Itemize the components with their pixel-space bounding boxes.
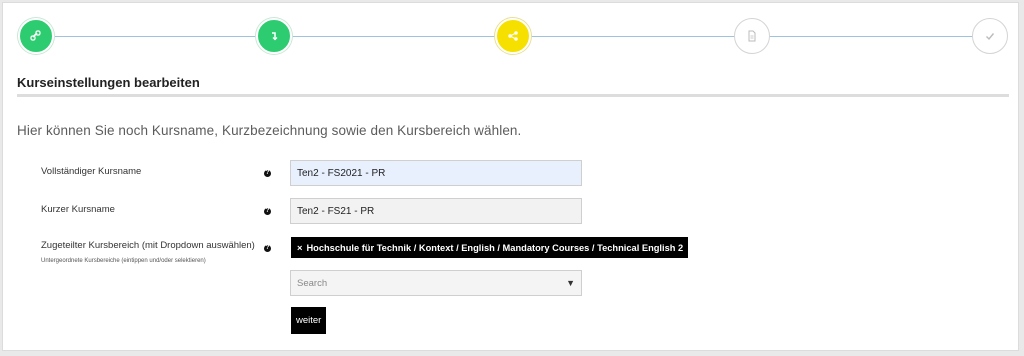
shortname-value: Ten2 - FS21 - PR (297, 205, 375, 217)
fullname-value: Ten2 - FS2021 - PR (297, 167, 386, 179)
fullname-input[interactable]: Ten2 - FS2021 - PR (290, 160, 582, 186)
link-icon (30, 30, 41, 41)
category-label: Zugeteilter Kursbereich (mit Dropdown au… (41, 240, 255, 251)
section-title: Kurseinstellungen bearbeiten (17, 75, 200, 90)
main-card: Kurseinstellungen bearbeiten Hier können… (2, 2, 1019, 351)
selected-category-label: Hochschule für Technik / Kontext / Engli… (306, 242, 684, 253)
shortname-input[interactable]: Ten2 - FS21 - PR (290, 198, 582, 224)
help-icon[interactable]: ? (264, 170, 271, 177)
intro-text: Hier können Sie noch Kursname, Kurzbezei… (17, 123, 522, 138)
checkmark-icon (986, 33, 995, 41)
step-1[interactable] (18, 18, 54, 54)
selected-category-tag[interactable]: × Hochschule für Technik / Kontext / Eng… (291, 237, 689, 258)
return-arrow-icon (272, 32, 278, 41)
step-2[interactable] (256, 18, 292, 54)
remove-tag-icon[interactable]: × (297, 243, 302, 253)
share-icon (508, 31, 518, 41)
chevron-down-icon: ▼ (566, 278, 575, 288)
step-3[interactable] (495, 18, 531, 54)
fullname-label: Vollständiger Kursname (41, 166, 142, 177)
next-button[interactable]: weiter (291, 307, 327, 334)
shortname-label: Kurzer Kursname (41, 204, 115, 215)
progress-stepper (3, 3, 1020, 73)
category-sublabel: Untergeordnete Kursbereiche (eintippen u… (41, 258, 206, 264)
document-icon (748, 30, 756, 42)
category-search-select[interactable]: Search ▼ (290, 270, 582, 296)
category-search-placeholder: Search (297, 277, 328, 289)
help-icon[interactable]: ? (264, 208, 271, 215)
help-icon[interactable]: ? (264, 245, 271, 252)
step-4[interactable] (734, 18, 770, 54)
step-5[interactable] (972, 18, 1008, 54)
section-divider (17, 94, 1009, 97)
